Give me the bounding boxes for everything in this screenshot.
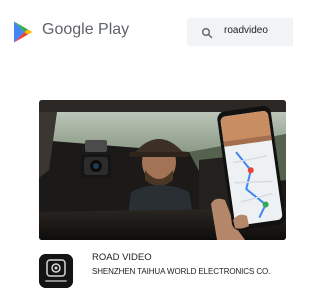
google-play-logo-icon[interactable]: [11, 20, 35, 44]
app-name[interactable]: ROAD VIDEO: [92, 252, 152, 263]
search-box[interactable]: roadvideo: [187, 18, 293, 46]
search-input[interactable]: roadvideo: [224, 25, 268, 36]
app-list-item[interactable]: ROAD VIDEO SHENZHEN TAIHUA WORLD ELECTRO…: [0, 244, 293, 289]
search-icon[interactable]: [201, 26, 213, 39]
app-developer[interactable]: SHENZHEN TAIHUA WORLD ELECTRONICS CO.: [92, 267, 270, 276]
featured-image[interactable]: [39, 100, 286, 240]
brand-name[interactable]: Google Play: [42, 21, 129, 39]
road-video-app-icon[interactable]: [39, 254, 73, 288]
top-bar: Google Play roadvideo: [0, 0, 293, 62]
